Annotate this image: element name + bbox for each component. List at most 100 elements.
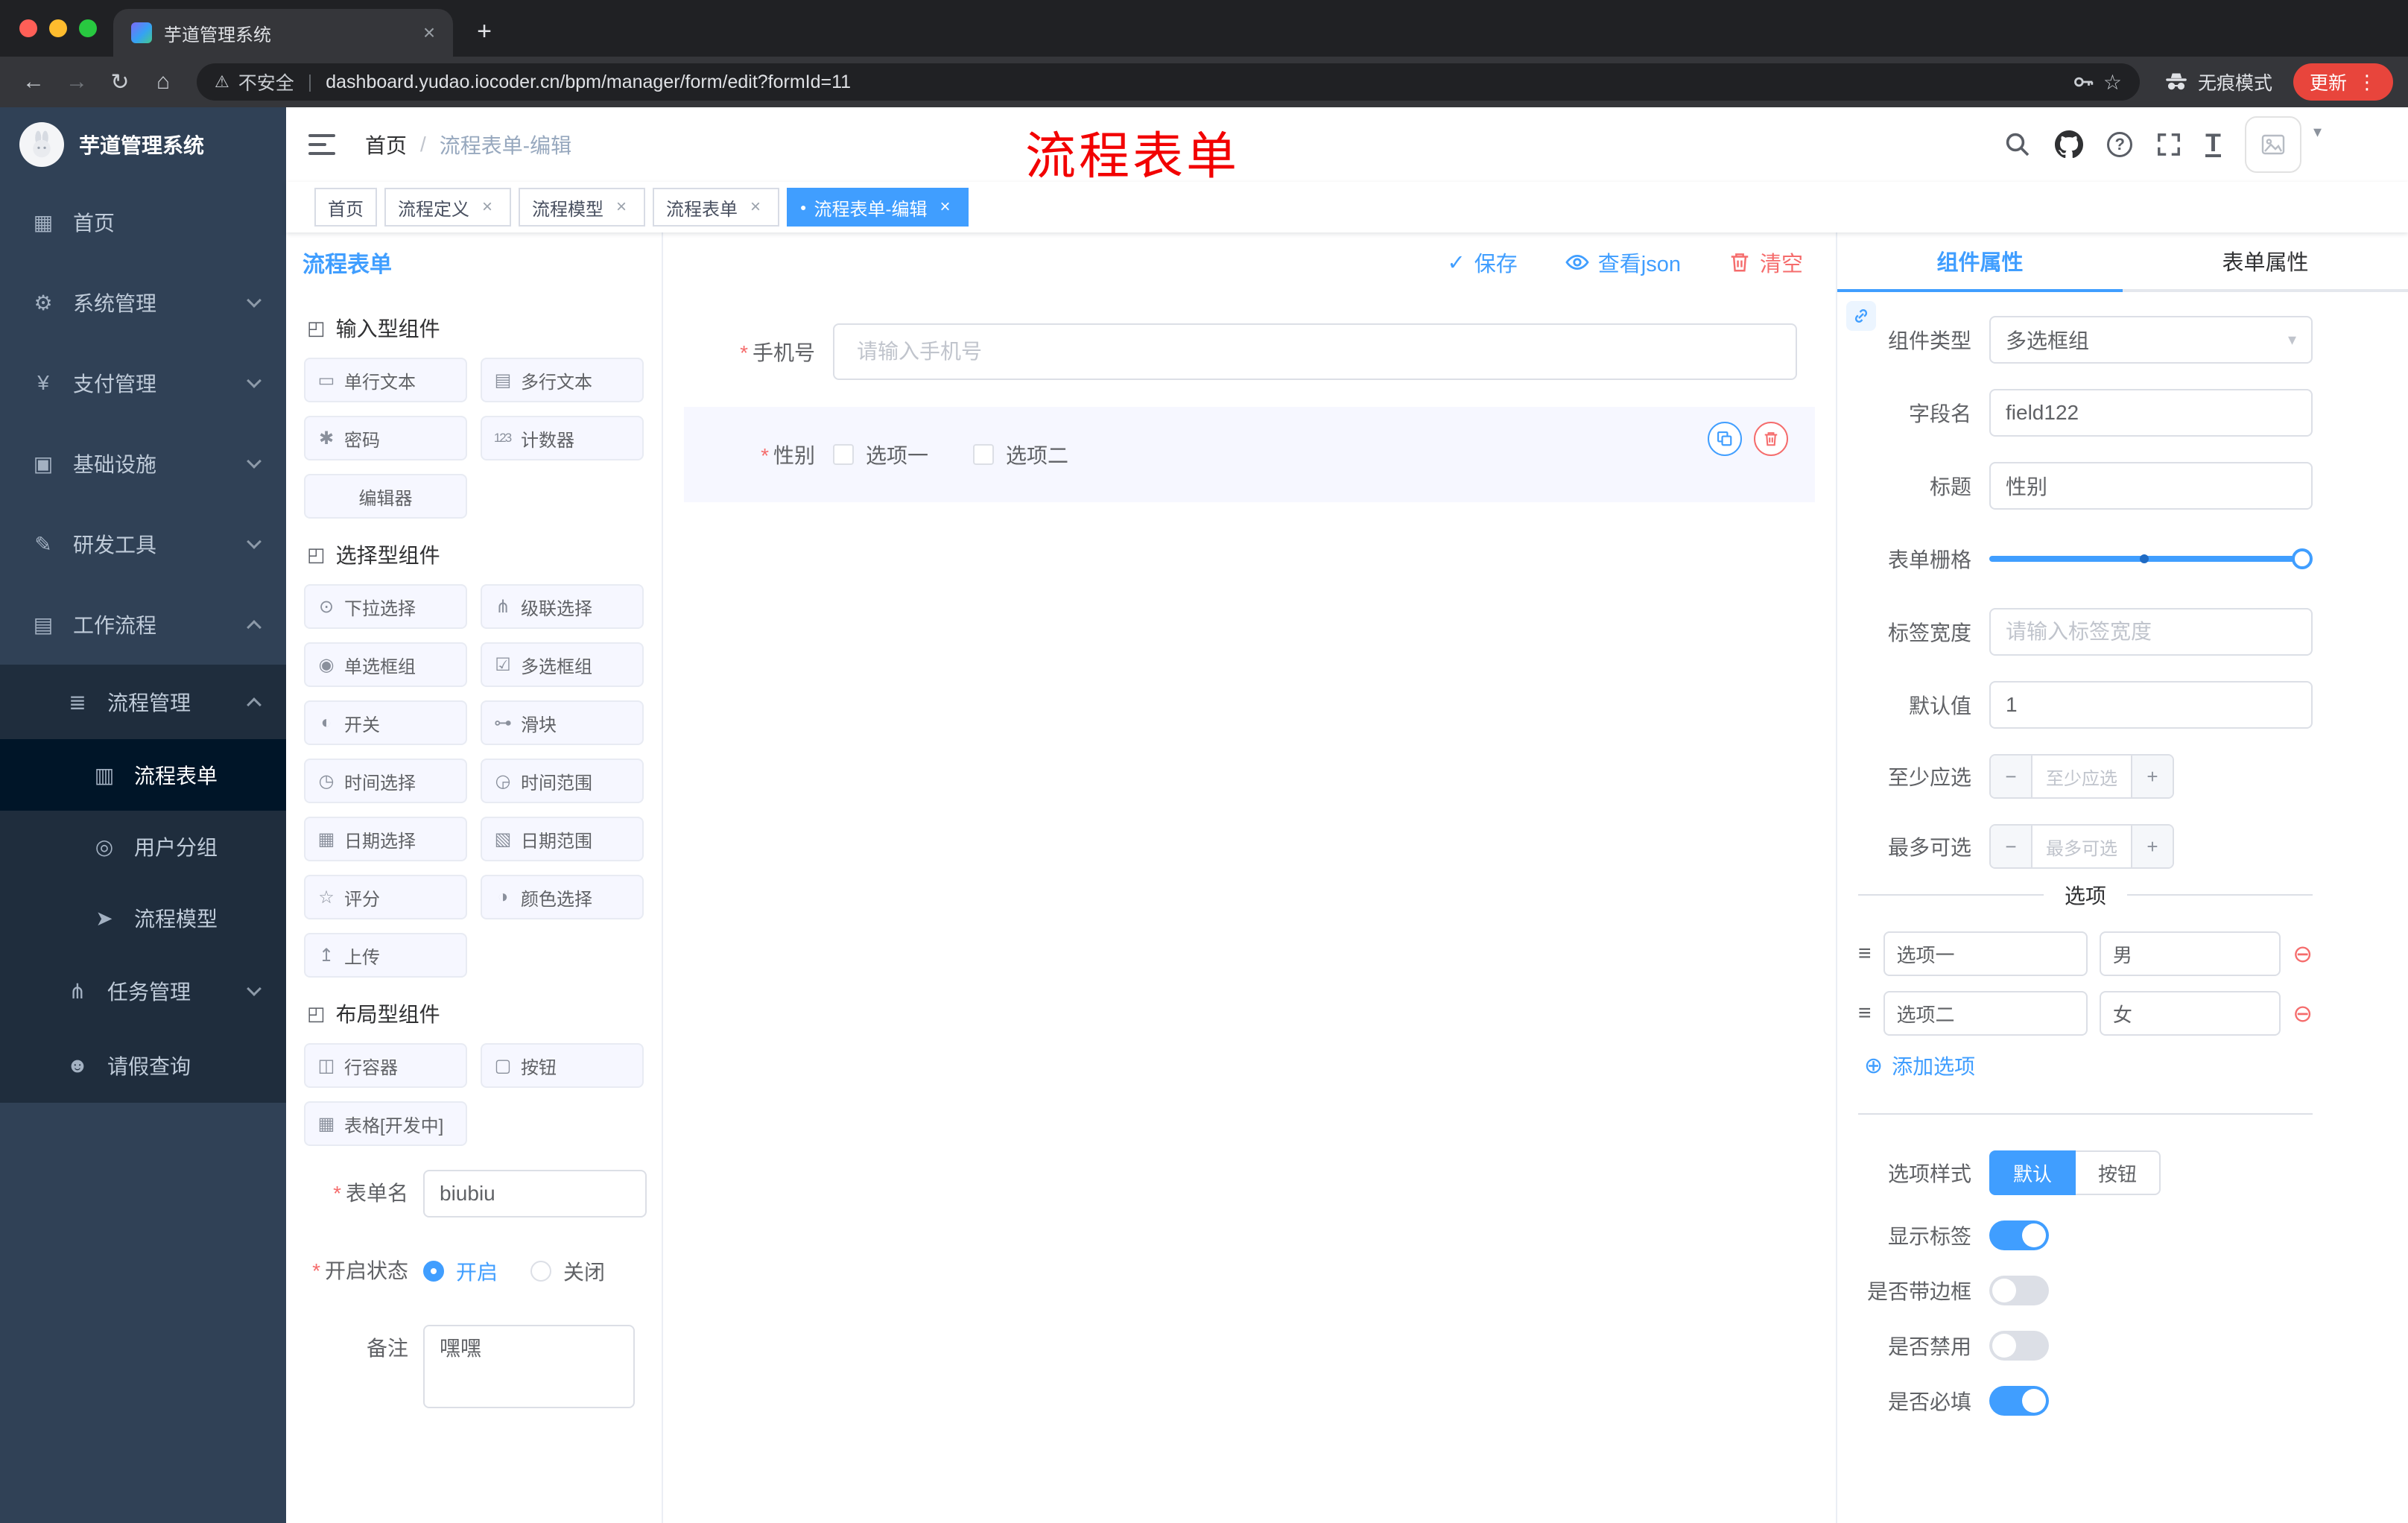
sidebar-item-payment[interactable]: ¥ 支付管理 xyxy=(0,343,286,423)
sidebar-item-devtools[interactable]: ✎ 研发工具 xyxy=(0,504,286,584)
palette-item-switch[interactable]: ◐ 开关 xyxy=(304,700,467,745)
palette-item-select[interactable]: ⊙ 下拉选择 xyxy=(304,584,467,629)
reload-icon[interactable]: ↻ xyxy=(101,63,139,101)
close-icon[interactable]: × xyxy=(611,197,632,218)
max-select-value[interactable]: 最多可选 xyxy=(2032,826,2131,867)
component-doc-link-icon[interactable] xyxy=(1846,301,1876,331)
hamburger-icon[interactable] xyxy=(308,130,338,159)
palette-item-checkbox-group[interactable]: ☑ 多选框组 xyxy=(481,642,644,687)
decrease-button[interactable]: − xyxy=(1991,826,2032,867)
option-1-value-input[interactable] xyxy=(2099,931,2281,976)
browser-tab[interactable]: 芋道管理系统 × xyxy=(113,9,453,57)
form-name-input[interactable] xyxy=(423,1170,647,1218)
drag-handle-icon[interactable]: ≡ xyxy=(1858,941,1872,966)
search-icon[interactable] xyxy=(2004,131,2031,158)
clear-button[interactable]: 清空 xyxy=(1729,247,1803,278)
min-select-value[interactable]: 至少应选 xyxy=(2032,756,2131,797)
option-2-value-input[interactable] xyxy=(2099,991,2281,1036)
sidebar-item-leave-query[interactable]: ☻ 请假查询 xyxy=(0,1028,286,1103)
phone-input[interactable] xyxy=(833,323,1797,380)
avatar[interactable] xyxy=(2244,116,2301,173)
remove-option-icon[interactable]: ⊖ xyxy=(2293,940,2313,968)
sidebar-item-infrastructure[interactable]: ▣ 基础设施 xyxy=(0,423,286,504)
tab-close-icon[interactable]: × xyxy=(417,21,441,45)
remove-option-icon[interactable]: ⊖ xyxy=(2293,999,2313,1028)
forward-icon[interactable]: → xyxy=(58,63,95,101)
palette-item-counter[interactable]: 123 计数器 xyxy=(481,416,644,460)
sidebar-item-process-mgmt[interactable]: ≣ 流程管理 xyxy=(0,665,286,739)
increase-button[interactable]: + xyxy=(2131,826,2173,867)
tag-process-form-edit[interactable]: ● 流程表单-编辑 × xyxy=(787,188,969,227)
disabled-toggle[interactable] xyxy=(1989,1331,2049,1361)
option-1-label-input[interactable] xyxy=(1883,931,2088,976)
slider-track[interactable] xyxy=(1989,548,2313,569)
with-border-toggle[interactable] xyxy=(1989,1276,2049,1305)
drag-handle-icon[interactable]: ≡ xyxy=(1858,1001,1872,1026)
title-input[interactable] xyxy=(1989,462,2313,510)
caret-down-icon[interactable]: ▾ xyxy=(2313,122,2322,142)
label-width-input[interactable] xyxy=(1989,608,2313,656)
home-icon[interactable]: ⌂ xyxy=(145,63,182,101)
close-icon[interactable]: × xyxy=(745,197,766,218)
palette-item-textarea[interactable]: ▤ 多行文本 xyxy=(481,358,644,402)
palette-item-single-line-text[interactable]: ▭ 单行文本 xyxy=(304,358,467,402)
url-text[interactable]: dashboard.yudao.iocoder.cn/bpm/manager/f… xyxy=(326,72,2063,93)
gender-option-1-checkbox[interactable]: 选项一 xyxy=(833,440,928,469)
form-remark-textarea[interactable]: 嘿嘿 xyxy=(423,1325,635,1408)
bookmark-star-icon[interactable]: ☆ xyxy=(2103,70,2122,95)
tag-process-form[interactable]: 流程表单 × xyxy=(653,188,779,227)
option-2-label-input[interactable] xyxy=(1883,991,2088,1036)
close-icon[interactable]: × xyxy=(934,197,955,218)
font-size-icon[interactable]: T xyxy=(2205,130,2221,157)
canvas-field-gender-selected[interactable]: * 性别 选项一 选项二 xyxy=(684,407,1815,502)
palette-item-slider[interactable]: ⊶ 滑块 xyxy=(481,700,644,745)
sidebar-item-system[interactable]: ⚙ 系统管理 xyxy=(0,262,286,343)
copy-field-button[interactable] xyxy=(1708,422,1742,456)
canvas-body[interactable]: *手机号 *性别 选项一 选项二 xyxy=(663,292,1836,1523)
palette-item-time-picker[interactable]: ◷ 时间选择 xyxy=(304,759,467,803)
tag-process-definition[interactable]: 流程定义 × xyxy=(384,188,511,227)
browser-menu-kebab-icon[interactable]: ⋮ xyxy=(2357,71,2377,94)
palette-item-color-picker[interactable]: ◑ 颜色选择 xyxy=(481,875,644,919)
palette-item-cascader[interactable]: ⋔ 级联选择 xyxy=(481,584,644,629)
sidebar-logo[interactable]: 芋道管理系统 xyxy=(0,107,286,182)
sidebar-item-dashboard[interactable]: ▦ 首页 xyxy=(0,182,286,262)
option-style-default[interactable]: 默认 xyxy=(1989,1150,2076,1195)
back-icon[interactable]: ← xyxy=(15,63,52,101)
field-name-input[interactable] xyxy=(1989,389,2313,437)
palette-item-row-container[interactable]: ◫ 行容器 xyxy=(304,1043,467,1088)
new-tab-button[interactable]: + xyxy=(465,12,504,51)
security-label[interactable]: 不安全 xyxy=(238,69,294,95)
browser-update-button[interactable]: 更新 ⋮ xyxy=(2293,63,2393,101)
palette-item-date-range[interactable]: ▧ 日期范围 xyxy=(481,817,644,861)
tab-component-props[interactable]: 组件属性 xyxy=(1837,232,2123,292)
breadcrumb-home[interactable]: 首页 xyxy=(365,130,407,159)
tag-home[interactable]: 首页 xyxy=(314,188,377,227)
sidebar-item-process-form[interactable]: ▥ 流程表单 xyxy=(0,739,286,811)
sidebar-item-user-group[interactable]: ◎ 用户分组 xyxy=(0,811,286,882)
maximize-window-button[interactable] xyxy=(79,19,97,37)
grid-slider[interactable] xyxy=(1989,535,2313,583)
minimize-window-button[interactable] xyxy=(49,19,67,37)
sidebar-item-workflow[interactable]: ▤ 工作流程 xyxy=(0,584,286,665)
github-icon[interactable] xyxy=(2055,130,2084,159)
close-window-button[interactable] xyxy=(19,19,37,37)
default-value-input[interactable] xyxy=(1989,681,2313,729)
palette-item-radio-group[interactable]: ◉ 单选框组 xyxy=(304,642,467,687)
palette-item-table[interactable]: ▦ 表格[开发中] xyxy=(304,1101,467,1146)
password-key-icon[interactable] xyxy=(2072,71,2094,93)
tag-process-model[interactable]: 流程模型 × xyxy=(519,188,645,227)
palette-item-rate[interactable]: ☆ 评分 xyxy=(304,875,467,919)
view-json-button[interactable]: 查看json xyxy=(1565,247,1681,278)
sidebar-item-task-mgmt[interactable]: ⋔ 任务管理 xyxy=(0,954,286,1028)
gender-option-2-checkbox[interactable]: 选项二 xyxy=(973,440,1068,469)
sidebar-item-process-model[interactable]: ➤ 流程模型 xyxy=(0,882,286,954)
delete-field-button[interactable] xyxy=(1754,422,1788,456)
palette-item-button[interactable]: ▢ 按钮 xyxy=(481,1043,644,1088)
canvas-field-phone[interactable]: * 手机号 xyxy=(684,323,1815,380)
show-label-toggle[interactable] xyxy=(1989,1220,2049,1250)
status-radio-on[interactable]: 开启 xyxy=(423,1256,498,1286)
required-toggle[interactable] xyxy=(1989,1386,2049,1416)
palette-item-editor[interactable]: 编辑器 xyxy=(304,474,467,519)
tab-form-props[interactable]: 表单属性 xyxy=(2123,232,2408,289)
